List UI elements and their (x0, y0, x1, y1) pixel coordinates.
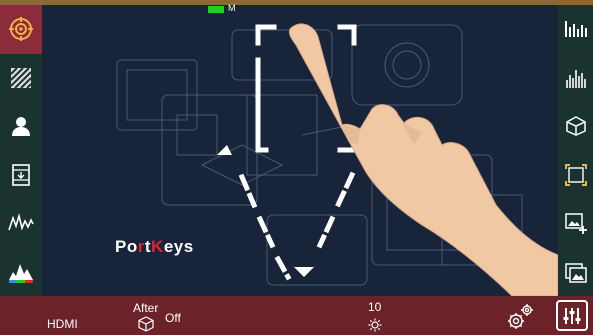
person-icon (12, 117, 30, 137)
lut-label[interactable]: After (133, 301, 158, 315)
frame-guide-button[interactable] (0, 151, 42, 200)
input-source-label[interactable]: HDMI (47, 317, 78, 331)
focus-assist-button[interactable] (0, 5, 42, 54)
parade-icon (565, 69, 586, 88)
battery-indicator (208, 6, 224, 13)
sliders-icon (563, 307, 581, 324)
zebra-button[interactable] (0, 54, 42, 103)
battery-label: M (228, 3, 236, 13)
rgb-parade-button[interactable] (558, 54, 593, 103)
image-overlay-button[interactable] (558, 199, 593, 248)
lut-cube-icon (138, 316, 154, 332)
gallery-button[interactable] (558, 248, 593, 297)
frame-guide-icon (12, 163, 30, 186)
lut-3d-button[interactable] (558, 102, 593, 151)
cube-icon (565, 116, 586, 137)
portkeys-logo: PortKeys (115, 237, 194, 256)
waveform-icon (8, 213, 34, 231)
video-viewport[interactable]: PortKeys (42, 5, 558, 296)
zebra-stripes-icon (10, 67, 32, 89)
settings-gears-icon[interactable] (505, 302, 535, 332)
tuner-menu-button[interactable] (556, 300, 588, 331)
brightness-value[interactable]: 10 (368, 300, 381, 314)
target-icon (9, 17, 33, 42)
histogram-button[interactable] (0, 248, 42, 297)
lut-value[interactable]: Off (165, 311, 181, 325)
right-sidebar (558, 5, 593, 296)
brightness-icon (368, 318, 382, 332)
vectorscope-button[interactable] (558, 5, 593, 54)
skin-tone-button[interactable] (0, 102, 42, 151)
bars-icon (564, 21, 587, 38)
gallery-icon (564, 263, 587, 283)
left-sidebar (0, 5, 42, 296)
histogram-icon (9, 263, 33, 283)
crop-icon (564, 163, 587, 186)
image-add-icon (564, 213, 587, 235)
crop-button[interactable] (558, 151, 593, 200)
waveform-button[interactable] (0, 199, 42, 248)
